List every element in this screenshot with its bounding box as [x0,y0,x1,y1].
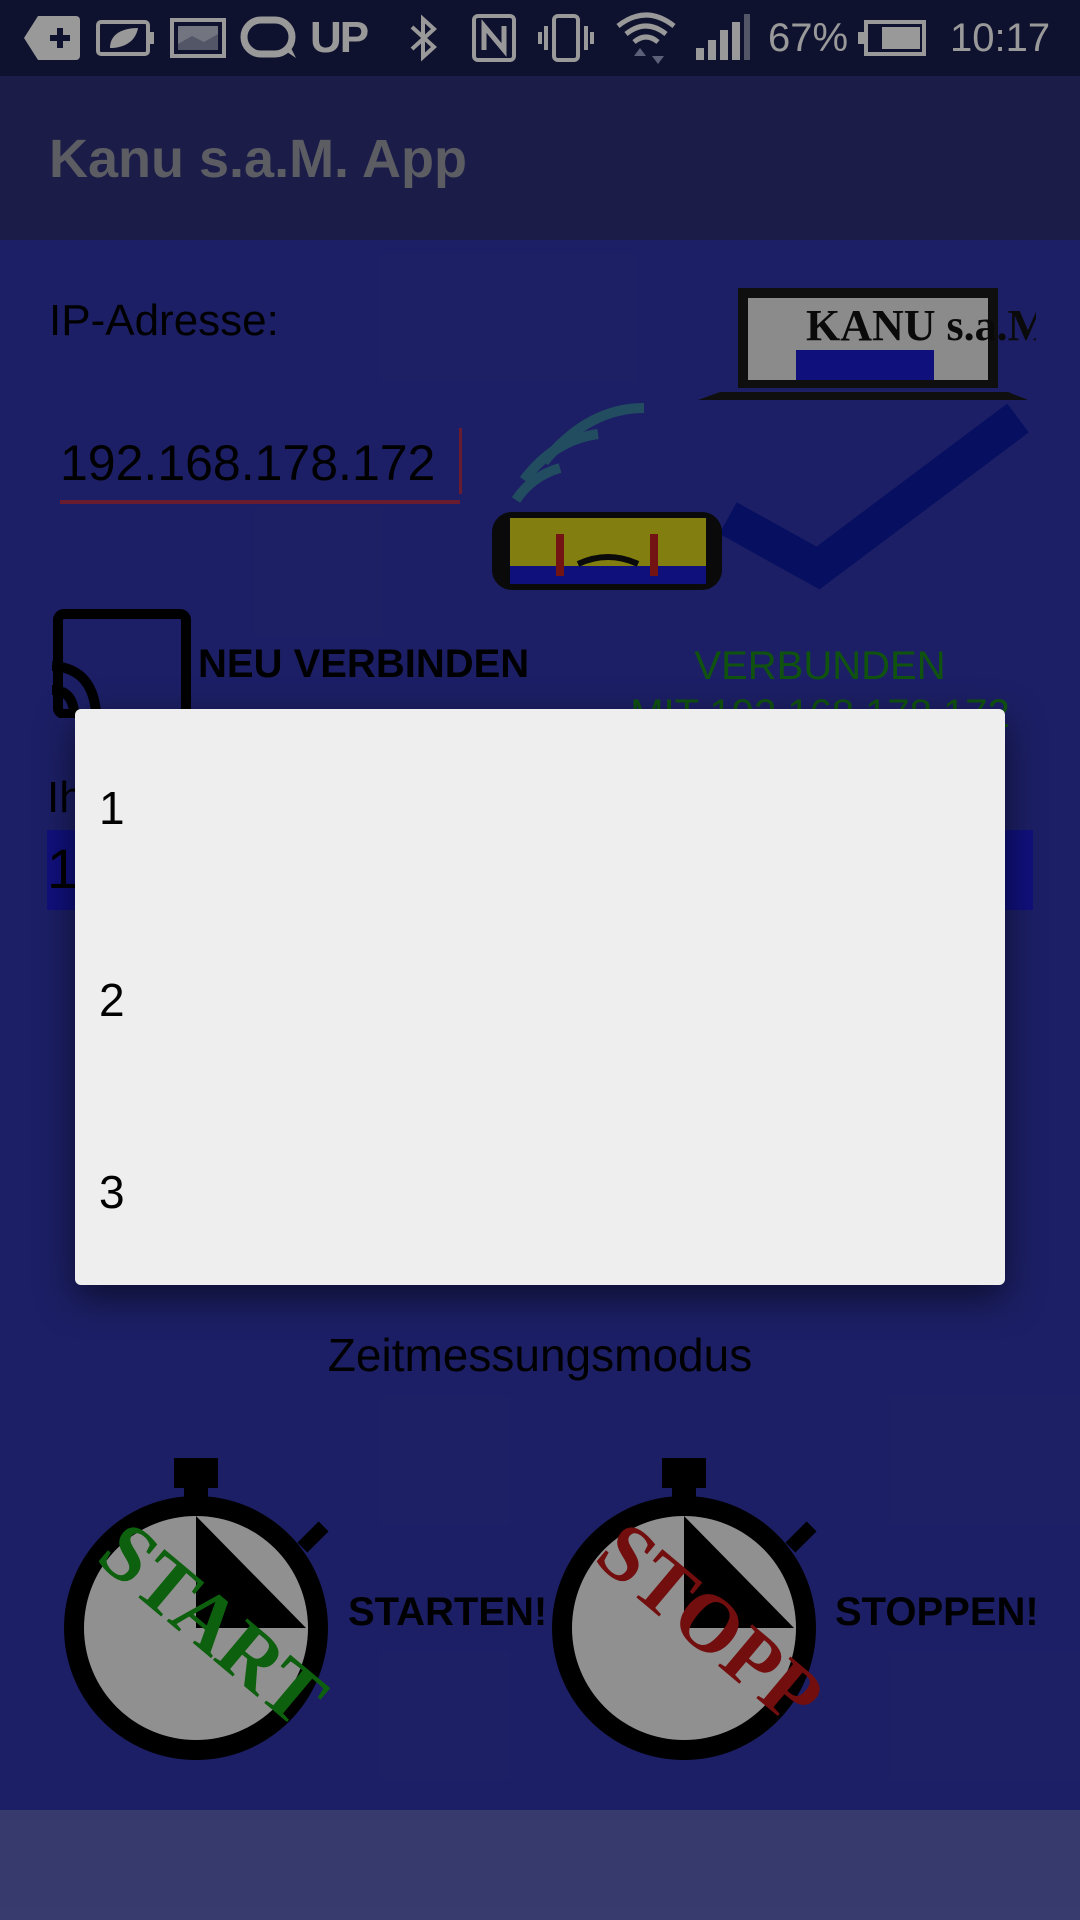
dialog-option-label: 2 [99,974,125,1026]
number-selection-dialog: 1 2 3 [75,709,1005,1285]
dialog-option-label: 1 [99,782,125,834]
dialog-option-3[interactable]: 3 [75,1093,1005,1285]
dialog-option-1[interactable]: 1 [75,709,1005,901]
dialog-option-label: 3 [99,1166,125,1218]
dialog-option-2[interactable]: 2 [75,901,1005,1093]
